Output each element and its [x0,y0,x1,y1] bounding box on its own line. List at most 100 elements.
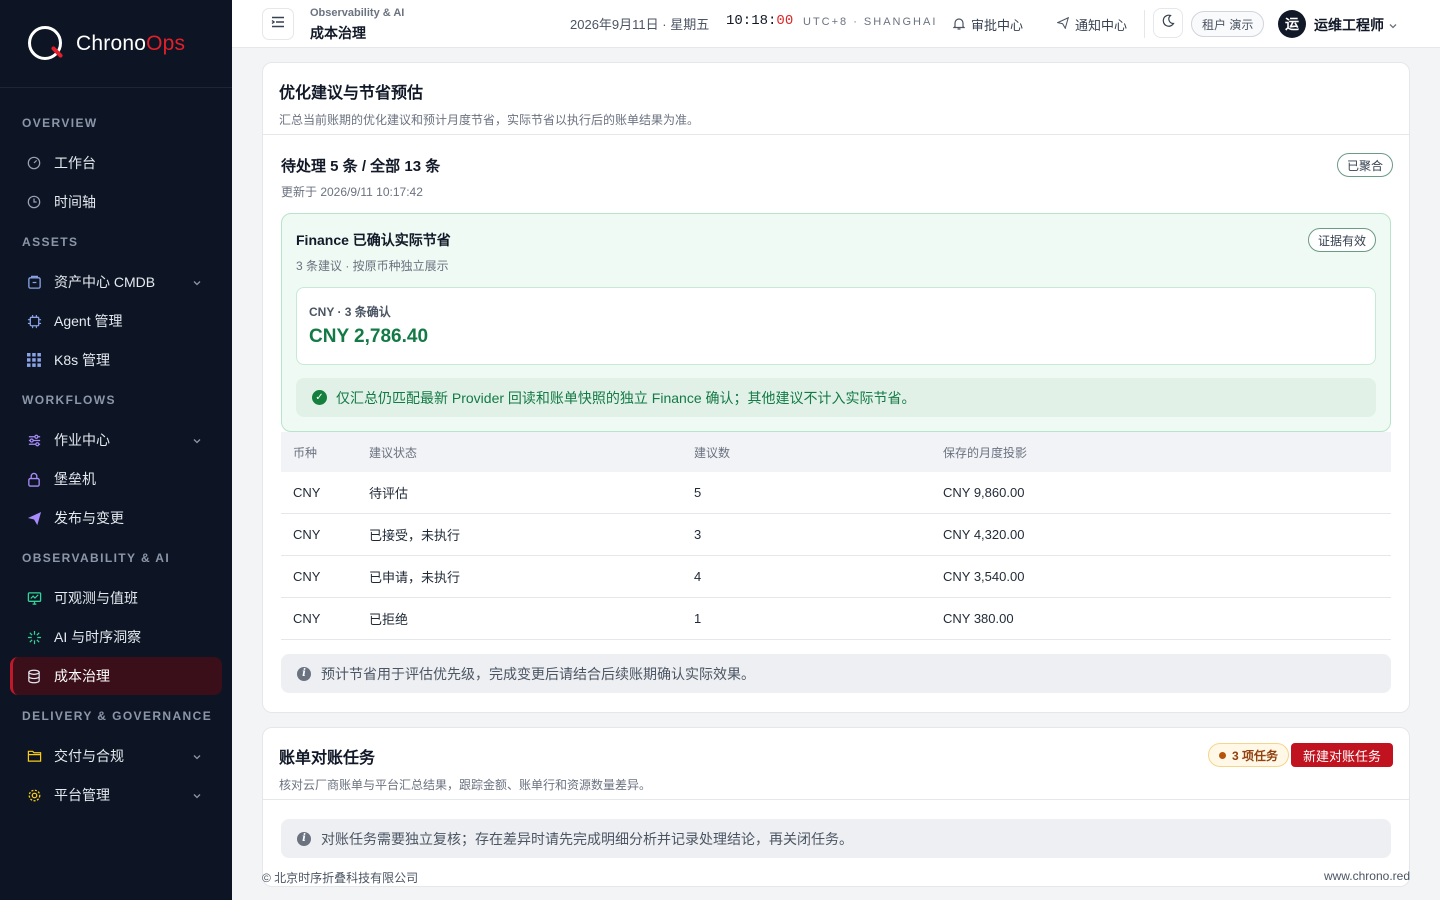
gauge-icon [26,155,42,171]
sidebar-item-ai[interactable]: AI 与时序洞察 [10,618,222,656]
table-cell: CNY 9,860.00 [943,485,1025,500]
info-icon: i [297,831,311,846]
reconciliation-card: 账单对账任务 核对云厂商账单与平台汇总结果，跟踪金额、账单行和资源数量差异。 3… [262,727,1410,887]
table-cell: CNY [293,611,321,626]
table-cell: 已接受，未执行 [369,528,461,543]
sidebar-item-bastion[interactable]: 堡垒机 [10,460,222,498]
theme-toggle-button[interactable] [1153,8,1183,38]
table-cell: 5 [694,485,702,500]
finance-note-text: 仅汇总仍匹配最新 Provider 回读和账单快照的独立 Finance 确认；… [336,389,916,406]
sidebar-item-observability[interactable]: 可观测与值班 [10,579,222,617]
chevron-down-icon [192,749,202,765]
nav-section-observability: OBSERVABILITY & AI [22,551,171,565]
sidebar-item-timeline[interactable]: 时间轴 [10,183,222,221]
sidebar-item-label: AI 与时序洞察 [54,629,142,645]
divider [1144,10,1145,38]
column-header-count[interactable]: 建议数 [694,444,943,461]
avatar[interactable]: 运 [1278,10,1306,38]
sidebar-item-release[interactable]: 发布与变更 [10,499,222,537]
table-cell: CNY 4,320.00 [943,527,1025,542]
table-row: CNY 待评估 5 CNY 9,860.00 [281,472,1391,514]
table-row: CNY 已拒绝 1 CNY 380.00 [281,598,1391,640]
reconciliation-info-note: i 对账任务需要独立复核；存在差异时请先完成明细分析并记录处理结论，再关闭任务。 [281,819,1391,858]
card-header: 优化建议与节省预估 汇总当前账期的优化建议和预计月度节省，实际节省以执行后的账单… [263,63,1409,135]
send-icon [26,510,42,526]
info-note-text: 预计节省用于评估优先级，完成变更后请结合后续账期确认实际效果。 [321,665,755,682]
table-row: CNY 已申请，未执行 4 CNY 3,540.00 [281,556,1391,598]
sidebar-item-workbench[interactable]: 工作台 [10,144,222,182]
finance-subtitle: 3 条建议 · 按原币种独立展示 [296,259,449,273]
evidence-badge: 证据有效 [1307,228,1376,252]
current-date: 2026年9月11日 · 星期五 [570,17,710,32]
check-circle-icon: ✓ [312,390,327,405]
sidebar-item-label: 交付与合规 [54,748,124,764]
tenant-switcher[interactable]: 租户 演示 [1191,11,1265,37]
currency-label: CNY · 3 条确认 [309,305,391,319]
timezone-label: UTC+8 · SHANGHAI [803,16,938,28]
table-cell: 3 [694,527,702,542]
table-cell: 已申请，未执行 [369,570,461,585]
chevron-down-icon[interactable] [1388,18,1398,36]
sliders-icon [26,432,42,448]
page-title: 成本治理 [310,25,366,41]
nav-section-delivery: DELIVERY & GOVERNANCE [22,709,213,723]
new-reconciliation-button[interactable]: 新建对账任务 [1290,743,1393,767]
finance-confirmed-panel: Finance 已确认实际节省 3 条建议 · 按原币种独立展示 证据有效 CN… [281,213,1391,432]
breadcrumb[interactable]: Observability & AI [310,7,404,19]
currency-value: CNY 2,786.40 [309,326,429,347]
column-header-status[interactable]: 建议状态 [369,444,694,461]
info-note-text: 对账任务需要独立复核；存在差异时请先完成明细分析并记录处理结论，再关闭任务。 [321,830,853,847]
sidebar-item-label: 发布与变更 [54,510,124,526]
sidebar-item-platform[interactable]: 平台管理 [10,776,222,814]
chevron-down-icon [192,433,202,449]
sidebar-item-label: 作业中心 [54,432,110,448]
pending-count: 待处理 5 条 / 全部 13 条 [281,158,441,175]
sidebar-item-label: K8s 管理 [54,352,111,368]
table-cell: CNY [293,527,321,542]
aggregated-badge: 已聚合 [1336,153,1393,177]
column-header-currency[interactable]: 币种 [281,444,369,461]
sidebar-item-cmdb[interactable]: 资产中心 CMDB [10,263,222,301]
approval-center-link[interactable]: 审批中心 [952,15,1023,34]
nav-section-workflows: WORKFLOWS [22,393,116,407]
moon-icon [1161,14,1175,33]
brand[interactable]: ChronoOps [0,0,232,88]
lock-icon [26,471,42,487]
table-cell: CNY [293,569,321,584]
username[interactable]: 运维工程师 [1314,15,1384,35]
table-cell: CNY [293,485,321,500]
sidebar-item-label: 时间轴 [54,194,96,210]
notification-center-link[interactable]: 通知中心 [1056,15,1127,34]
cabinet-icon [26,274,42,290]
sidebar-item-delivery[interactable]: 交付与合规 [10,737,222,775]
chevron-down-icon [192,275,202,291]
updated-time: 更新于 2026/9/11 10:17:42 [281,185,423,199]
info-icon: i [297,666,311,681]
table-cell: 已拒绝 [369,612,409,627]
sidebar-item-jobs[interactable]: 作业中心 [10,421,222,459]
footer-copyright: © 北京时序折叠科技有限公司 [262,871,419,885]
sidebar: ChronoOps OVERVIEW 工作台 时间轴 ASSETS 资产中心 C… [0,0,232,900]
sidebar-item-label: Agent 管理 [54,313,123,329]
sparkle-icon [26,629,42,645]
menu-toggle-button[interactable] [262,8,294,40]
sidebar-item-label: 堡垒机 [54,471,96,487]
finance-title: Finance 已确认实际节省 [296,232,451,248]
sidebar-item-label: 成本治理 [54,668,110,684]
table-header: 币种 建议状态 建议数 保存的月度投影 [281,432,1391,472]
estimate-info-note: i 预计节省用于评估优先级，完成变更后请结合后续账期确认实际效果。 [281,654,1391,693]
card-title: 优化建议与节省预估 [279,85,424,102]
column-header-projection[interactable]: 保存的月度投影 [943,444,1391,461]
sidebar-item-cost-governance[interactable]: 成本治理 [10,657,222,695]
sidebar-item-k8s[interactable]: K8s 管理 [10,341,222,379]
database-icon [26,668,42,684]
sidebar-item-label: 平台管理 [54,787,110,803]
chronoops-logo-icon [26,24,66,64]
footer-site-link[interactable]: www.chrono.red [1324,869,1410,883]
table-cell: CNY 3,540.00 [943,569,1025,584]
sidebar-item-agent[interactable]: Agent 管理 [10,302,222,340]
chip-icon [26,313,42,329]
brand-name: ChronoOps [76,31,186,55]
task-count-badge: 3 项任务 [1207,743,1289,767]
nav-section-assets: ASSETS [22,235,79,249]
